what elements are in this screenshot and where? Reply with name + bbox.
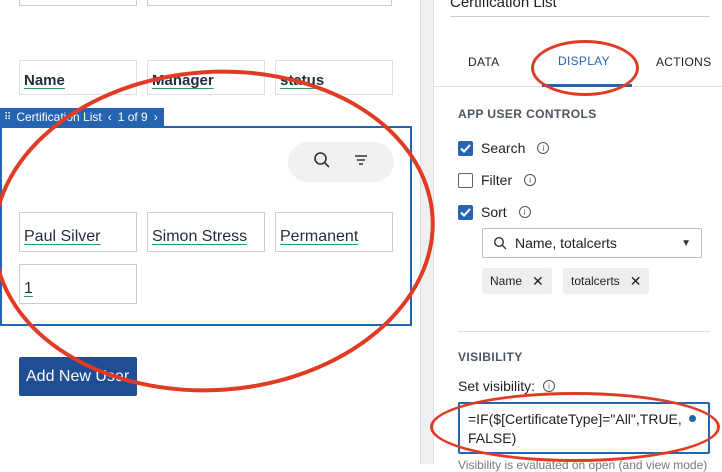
filter-control-label: Filter — [481, 172, 513, 188]
info-icon[interactable]: i — [518, 206, 531, 218]
header-cell-manager[interactable]: Manager — [147, 60, 265, 95]
top-field-1[interactable] — [19, 0, 137, 6]
panel-title: Certification List — [450, 0, 557, 11]
visibility-formula-input[interactable]: =IF($[CertificateType]="All",TRUE,FALSE) — [458, 402, 710, 454]
header-status-label: status — [280, 72, 325, 89]
search-icon — [493, 236, 507, 250]
sort-icon[interactable] — [353, 153, 369, 172]
row-cell-manager[interactable]: Simon Stress — [147, 212, 265, 252]
panel-divider[interactable] — [420, 0, 434, 464]
header-cell-name[interactable]: Name — [19, 60, 137, 95]
list-selection-tag[interactable]: ⠿ Certification List ‹ 1 of 9 › — [0, 108, 164, 126]
app-canvas: Name Manager status ⠿ Certification List… — [0, 0, 420, 464]
chevron-down-icon: ▼ — [681, 237, 691, 249]
app-user-controls-title: APP USER CONTROLS — [458, 107, 597, 121]
pager-next-icon[interactable]: › — [154, 110, 158, 124]
sort-control-label: Sort — [481, 204, 507, 220]
row-name-value: Paul Silver — [24, 228, 101, 245]
sort-chip-name: Name ✕ — [482, 268, 552, 294]
tab-actions[interactable]: ACTIONS — [656, 55, 711, 79]
control-filter[interactable]: Filter i — [458, 172, 537, 188]
close-icon[interactable]: ✕ — [630, 273, 642, 290]
sort-select-value: Name, totalcerts — [515, 235, 617, 251]
close-icon[interactable]: ✕ — [532, 273, 544, 290]
control-sort[interactable]: Sort i — [458, 204, 531, 220]
row-status-value: Permanent — [280, 228, 359, 245]
tab-display-indicator — [542, 84, 632, 87]
control-search[interactable]: Search i — [458, 140, 550, 156]
row-cell-status[interactable]: Permanent — [275, 212, 393, 252]
visibility-formula-text: =IF($[CertificateType]="All",TRUE,FALSE) — [468, 411, 682, 446]
info-icon[interactable]: i — [537, 142, 550, 154]
sort-chip-totalcerts-label: totalcerts — [571, 274, 620, 288]
visibility-label-row: Set visibility: i — [458, 378, 556, 394]
visibility-title: VISIBILITY — [458, 350, 523, 364]
list-tag-label: Certification List — [16, 110, 102, 124]
sort-checkbox[interactable] — [458, 204, 473, 220]
pager-prev-icon[interactable]: ‹ — [108, 110, 112, 124]
section-divider — [458, 331, 710, 332]
add-new-user-button[interactable]: Add New User — [19, 357, 137, 396]
tab-data[interactable]: DATA — [468, 55, 499, 79]
sort-chip-totalcerts: totalcerts ✕ — [563, 268, 650, 294]
sort-field-select[interactable]: Name, totalcerts ▼ — [482, 228, 702, 258]
drag-handle-icon[interactable]: ⠿ — [4, 112, 11, 123]
top-field-2[interactable] — [147, 0, 392, 6]
sort-chip-name-label: Name — [490, 274, 523, 288]
header-cell-status[interactable]: status — [275, 60, 393, 95]
header-name-label: Name — [24, 72, 65, 89]
row-cell-name[interactable]: Paul Silver — [19, 212, 137, 252]
panel-title-underline — [450, 16, 710, 17]
list-tools — [288, 142, 394, 182]
row-cell-count[interactable]: 1 — [19, 264, 137, 304]
search-icon[interactable] — [313, 151, 331, 174]
tab-display[interactable]: DISPLAY — [558, 54, 610, 78]
list-tag-pager: 1 of 9 — [117, 110, 148, 124]
info-icon[interactable]: i — [543, 380, 556, 392]
visibility-hint: Visibility is evaluated on open (and vie… — [458, 458, 708, 472]
filter-checkbox[interactable] — [458, 172, 473, 188]
unsaved-dot-icon — [689, 415, 696, 422]
search-control-label: Search — [481, 140, 526, 156]
header-manager-label: Manager — [152, 72, 214, 89]
search-checkbox[interactable] — [458, 140, 473, 156]
row-count-value: 1 — [24, 280, 33, 297]
visibility-label: Set visibility: — [458, 378, 536, 394]
row-manager-value: Simon Stress — [152, 228, 248, 245]
info-icon[interactable]: i — [524, 174, 537, 186]
